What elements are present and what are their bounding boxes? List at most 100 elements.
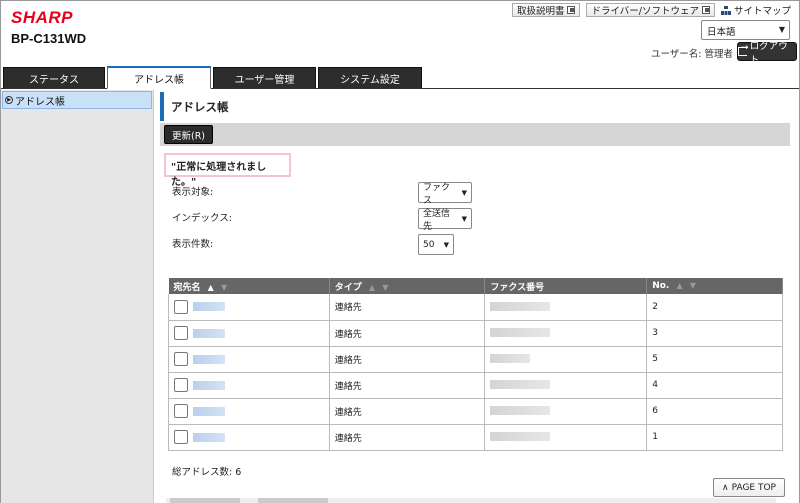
fax-number [490,406,551,415]
sidebar-item-address-book[interactable]: ▶ アドレス帳 [2,91,152,109]
fax-number [490,328,551,337]
sort-ascending-icon[interactable]: ▲ [369,283,375,292]
total-value: 6 [235,467,242,478]
sort-ascending-icon[interactable]: ▲ [676,281,682,290]
tab-status[interactable]: ステータス [3,67,105,88]
horizontal-scrollbar[interactable] [166,498,776,503]
sidebar-item-label: アドレス帳 [15,96,65,108]
table-row: 連絡先 4 [168,372,783,399]
column-header-no[interactable]: No. ▲ ▼ [646,278,783,294]
name-link[interactable] [193,432,225,442]
row-checkbox[interactable] [174,326,188,340]
page-title: アドレス帳 [160,92,784,121]
page-top-label: PAGE TOP [731,482,776,493]
driver-software-link[interactable]: ドライバー/ソフトウェア [586,3,715,17]
table-row: 連絡先 2 [168,294,783,321]
toolbar: 更新(R) [160,123,790,146]
sort-descending-icon[interactable]: ▼ [382,283,388,292]
no-cell: 3 [646,320,783,347]
name-link[interactable] [193,406,225,416]
row-checkbox[interactable] [174,378,188,392]
display-target-value: ファクス [423,182,451,206]
name-link[interactable] [193,302,225,312]
sort-ascending-icon[interactable]: ▲ [208,283,214,292]
name-link[interactable] [193,380,225,390]
fax-number [490,432,551,441]
column-header-name[interactable]: 宛先名 ▲ ▼ [168,278,330,294]
top-links: 取扱説明書 ドライバー/ソフトウェア サイトマップ [511,3,791,17]
main-tabs: ステータス アドレス帳 ユーザー管理 システム設定 [1,66,799,89]
language-value: 日本語 [707,27,736,38]
index-value: 全送信先 [423,208,451,232]
fax-cell [484,294,648,321]
driver-link-label: ドライバー/ソフトウェア [591,6,699,17]
status-message: "正常に処理されました。" [164,153,291,188]
total-address-count: 総アドレス数: 6 [172,464,241,478]
table-row: 連絡先 5 [168,346,783,373]
name-cell [168,320,330,347]
display-count-label: 表示件数: [172,239,214,250]
name-cell [168,398,330,425]
row-checkbox[interactable] [174,352,188,366]
table-row: 連絡先 1 [168,424,783,451]
name-cell [168,294,330,321]
up-arrow-icon: ∧ [722,482,729,493]
fax-cell [484,398,648,425]
sort-descending-icon[interactable]: ▼ [690,281,696,290]
row-checkbox[interactable] [174,299,188,314]
name-cell [168,346,330,373]
table-row: 連絡先 3 [168,320,783,347]
no-cell: 4 [646,372,783,399]
type-cell: 連絡先 [329,346,486,373]
column-header-fax-number: ファクス番号 [484,278,648,294]
tab-status-label: ステータス [29,74,79,86]
external-link-icon [567,6,576,14]
column-header-type-label: タイプ [334,282,362,293]
name-link[interactable] [193,328,225,338]
column-header-name-label: 宛先名 [173,282,201,293]
no-cell: 1 [646,424,783,451]
display-target-label: 表示対象: [172,187,214,198]
display-count-select[interactable]: 50 ▼ [418,234,454,255]
tab-system-settings-label: システム設定 [340,74,400,86]
column-header-type[interactable]: タイプ ▲ ▼ [329,278,486,294]
main-content: アドレス帳 更新(R) "正常に処理されました。" 表示対象: ファクス ▼ イ… [154,90,799,503]
fax-cell [484,346,648,373]
display-count-value: 50 [423,239,435,250]
user-name-label: ユーザー名: 管理者 [651,49,734,60]
manual-link[interactable]: 取扱説明書 [511,3,581,17]
name-link[interactable] [193,354,225,364]
tab-address-book-label: アドレス帳 [134,74,184,86]
fax-number [490,380,551,389]
chevron-down-icon: ▼ [461,188,467,197]
page-top-button[interactable]: ∧ PAGE TOP [713,478,785,497]
header: SHARP BP-C131WD 取扱説明書 ドライバー/ソフトウェア サイトマッ… [1,1,799,91]
sitemap-label: サイトマップ [733,6,791,17]
circle-arrow-icon: ▶ [5,96,13,104]
row-checkbox[interactable] [174,430,188,444]
fax-cell [484,320,648,347]
row-checkbox[interactable] [174,404,188,418]
sitemap-link[interactable]: サイトマップ [720,3,791,17]
tab-address-book[interactable]: アドレス帳 [107,66,211,89]
sort-descending-icon[interactable]: ▼ [221,283,227,292]
type-cell: 連絡先 [329,372,486,399]
name-cell [168,424,330,451]
refresh-button[interactable]: 更新(R) [164,125,213,144]
manual-link-label: 取扱説明書 [516,6,565,17]
sharp-logo: SHARP [11,8,74,27]
tab-system-settings[interactable]: システム設定 [318,67,422,88]
table-row: 連絡先 6 [168,398,783,425]
type-cell: 連絡先 [329,294,486,321]
logout-button[interactable]: ログアウト [737,41,797,66]
type-cell: 連絡先 [329,424,486,451]
index-select[interactable]: 全送信先 ▼ [418,208,472,232]
tab-user-management[interactable]: ユーザー管理 [213,67,316,88]
external-link-icon [701,6,710,14]
chevron-down-icon: ▼ [778,25,785,34]
display-target-select[interactable]: ファクス ▼ [418,182,472,206]
model-name: BP-C131WD [11,31,87,46]
sitemap-icon [720,5,731,15]
chevron-down-icon: ▼ [443,240,449,249]
total-label: 総アドレス数: [172,467,233,478]
